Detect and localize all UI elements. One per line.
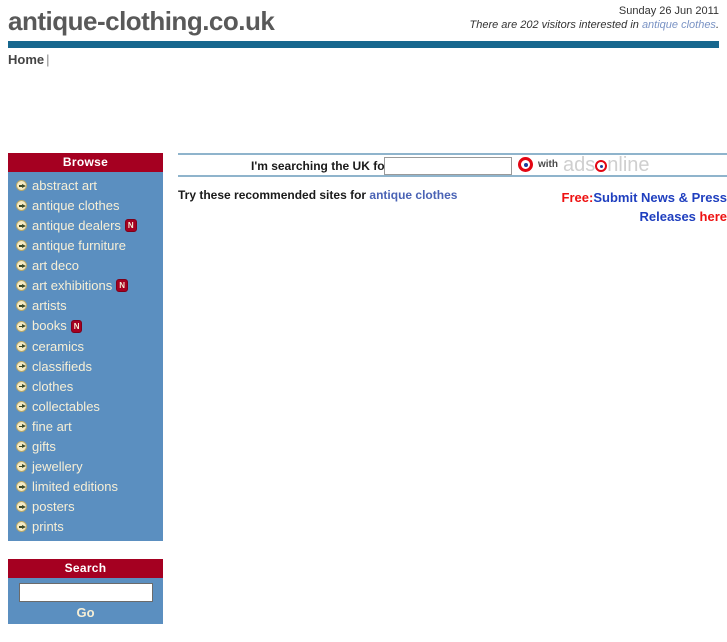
browse-item-label: ceramics: [32, 338, 85, 354]
browse-item-gifts[interactable]: gifts: [8, 436, 163, 456]
browse-item-label: prints: [32, 519, 64, 535]
sidebar-search-input[interactable]: [18, 583, 153, 603]
browse-item-fine-art[interactable]: fine art: [8, 416, 163, 436]
browse-item-limited-editions[interactable]: limited editions: [8, 476, 163, 496]
browse-item-label: classifieds: [32, 358, 92, 374]
header-meta: Sunday 26 Jun 2011 There are 202 visitor…: [470, 4, 719, 32]
press-promo-free-label: Free:: [561, 190, 594, 205]
search-panel-body: Go: [8, 578, 163, 625]
arrow-right-icon: [16, 300, 27, 312]
press-release-promo: Free:Submit News & Press Releases here: [428, 188, 727, 226]
arrow-right-icon: [16, 320, 27, 332]
browse-item-antique-clothes[interactable]: antique clothes: [8, 195, 163, 215]
browse-panel: Browse abstract art antique clothes antiqu…: [8, 153, 163, 542]
recommended-sites-text: Try these recommended sites for antique …: [178, 188, 457, 202]
nav-item-home[interactable]: Home: [8, 52, 44, 67]
main-nav: Home |: [8, 48, 719, 69]
browse-item-ceramics[interactable]: ceramics: [8, 336, 163, 356]
visitor-count-line: There are 202 visitors interested in ant…: [470, 18, 719, 32]
browse-item-antique-dealers[interactable]: antique dealers N: [8, 215, 163, 235]
search-panel-title: Search: [8, 559, 163, 579]
new-badge-icon: N: [116, 279, 128, 293]
browse-item-classifieds[interactable]: classifieds: [8, 356, 163, 376]
arrow-right-icon: [16, 360, 27, 372]
search-panel: Search Go: [8, 559, 163, 625]
current-date: Sunday 26 Jun 2011: [618, 5, 719, 17]
arrow-right-icon: [16, 440, 27, 452]
press-promo-line2[interactable]: Releases: [640, 209, 700, 224]
adsonline-logo-text-before: ads: [563, 154, 596, 176]
arrow-right-icon: [16, 280, 27, 292]
arrow-right-icon: [16, 420, 27, 432]
arrow-right-icon: [16, 400, 27, 412]
browse-item-label: abstract art: [32, 178, 98, 194]
arrow-right-icon: [16, 380, 27, 392]
arrow-right-icon: [16, 460, 27, 472]
adsonline-logo-target-icon: [595, 160, 608, 172]
press-promo-here-link[interactable]: here: [700, 209, 727, 224]
browse-item-label: antique furniture: [32, 238, 126, 254]
arrow-right-icon: [16, 260, 27, 272]
arrow-right-icon: [16, 521, 27, 533]
browse-item-label: artists: [32, 298, 67, 314]
browse-item-label: jewellery: [32, 458, 83, 474]
browse-item-collectables[interactable]: collectables: [8, 396, 163, 416]
arrow-right-icon: [16, 200, 27, 212]
browse-item-label: art exhibitions: [32, 278, 113, 294]
browse-item-label: antique clothes: [32, 198, 120, 214]
with-label: with: [538, 159, 558, 170]
sidebar-search-go-button[interactable]: Go: [76, 605, 94, 620]
header-divider: [8, 41, 719, 48]
browse-item-posters[interactable]: posters: [8, 496, 163, 516]
arrow-right-icon: [16, 180, 27, 192]
uk-search-label: I'm searching the UK for...: [251, 159, 399, 173]
visitor-count-text: There are 202 visitors interested in: [469, 19, 642, 31]
browse-item-art-exhibitions[interactable]: art exhibitions N: [8, 275, 163, 295]
browse-item-art-deco[interactable]: art deco: [8, 255, 163, 275]
browse-item-label: posters: [32, 499, 75, 515]
browse-item-label: books: [32, 318, 67, 334]
browse-item-artists[interactable]: artists: [8, 295, 163, 315]
visitor-topic-link[interactable]: antique clothes: [642, 19, 716, 31]
uk-search-input[interactable]: [384, 157, 512, 175]
arrow-right-icon: [16, 220, 27, 232]
browse-item-label: collectables: [32, 398, 100, 414]
browse-item-label: limited editions: [32, 479, 118, 494]
main-content: I'm searching the UK for... with ads nlin…: [178, 153, 727, 232]
browse-panel-title: Browse: [8, 153, 163, 172]
new-badge-icon: N: [124, 219, 137, 233]
recommend-row: Try these recommended sites for antique …: [178, 188, 727, 232]
browse-list: abstract art antique clothes antique deale…: [8, 172, 163, 542]
adsonline-logo[interactable]: ads nline: [563, 154, 650, 177]
visitor-count-suffix: .: [715, 19, 719, 31]
new-badge-icon: N: [70, 319, 83, 333]
arrow-right-icon: [16, 240, 27, 252]
adsonline-logo-text-after: nline: [607, 154, 650, 176]
press-promo-line1[interactable]: Submit News & Press: [593, 190, 727, 205]
browse-item-prints[interactable]: prints: [8, 516, 163, 536]
recommended-sites-label: Try these recommended sites for: [178, 188, 370, 202]
browse-item-label: antique dealers: [32, 218, 121, 234]
browse-item-abstract-art[interactable]: abstract art: [8, 175, 163, 195]
browse-item-label: art deco: [32, 258, 79, 274]
target-bullseye-icon[interactable]: [518, 157, 533, 172]
uk-search-bar: I'm searching the UK for... with ads nlin…: [178, 154, 727, 177]
browse-item-label: gifts: [32, 438, 56, 454]
nav-separator: |: [46, 52, 50, 67]
browse-item-antique-furniture[interactable]: antique furniture: [8, 235, 163, 255]
arrow-right-icon: [16, 501, 27, 513]
browse-item-label: clothes: [32, 378, 74, 394]
sidebar: Browse abstract art antique clothes antiqu…: [8, 153, 163, 642]
browse-item-label: fine art: [32, 418, 72, 434]
page-header: Sunday 26 Jun 2011 There are 202 visitor…: [0, 0, 727, 69]
arrow-right-icon: [16, 481, 27, 492]
browse-item-jewellery[interactable]: jewellery: [8, 456, 163, 476]
browse-item-clothes[interactable]: clothes: [8, 376, 163, 396]
browse-item-books[interactable]: books N: [8, 315, 163, 335]
arrow-right-icon: [16, 340, 27, 352]
